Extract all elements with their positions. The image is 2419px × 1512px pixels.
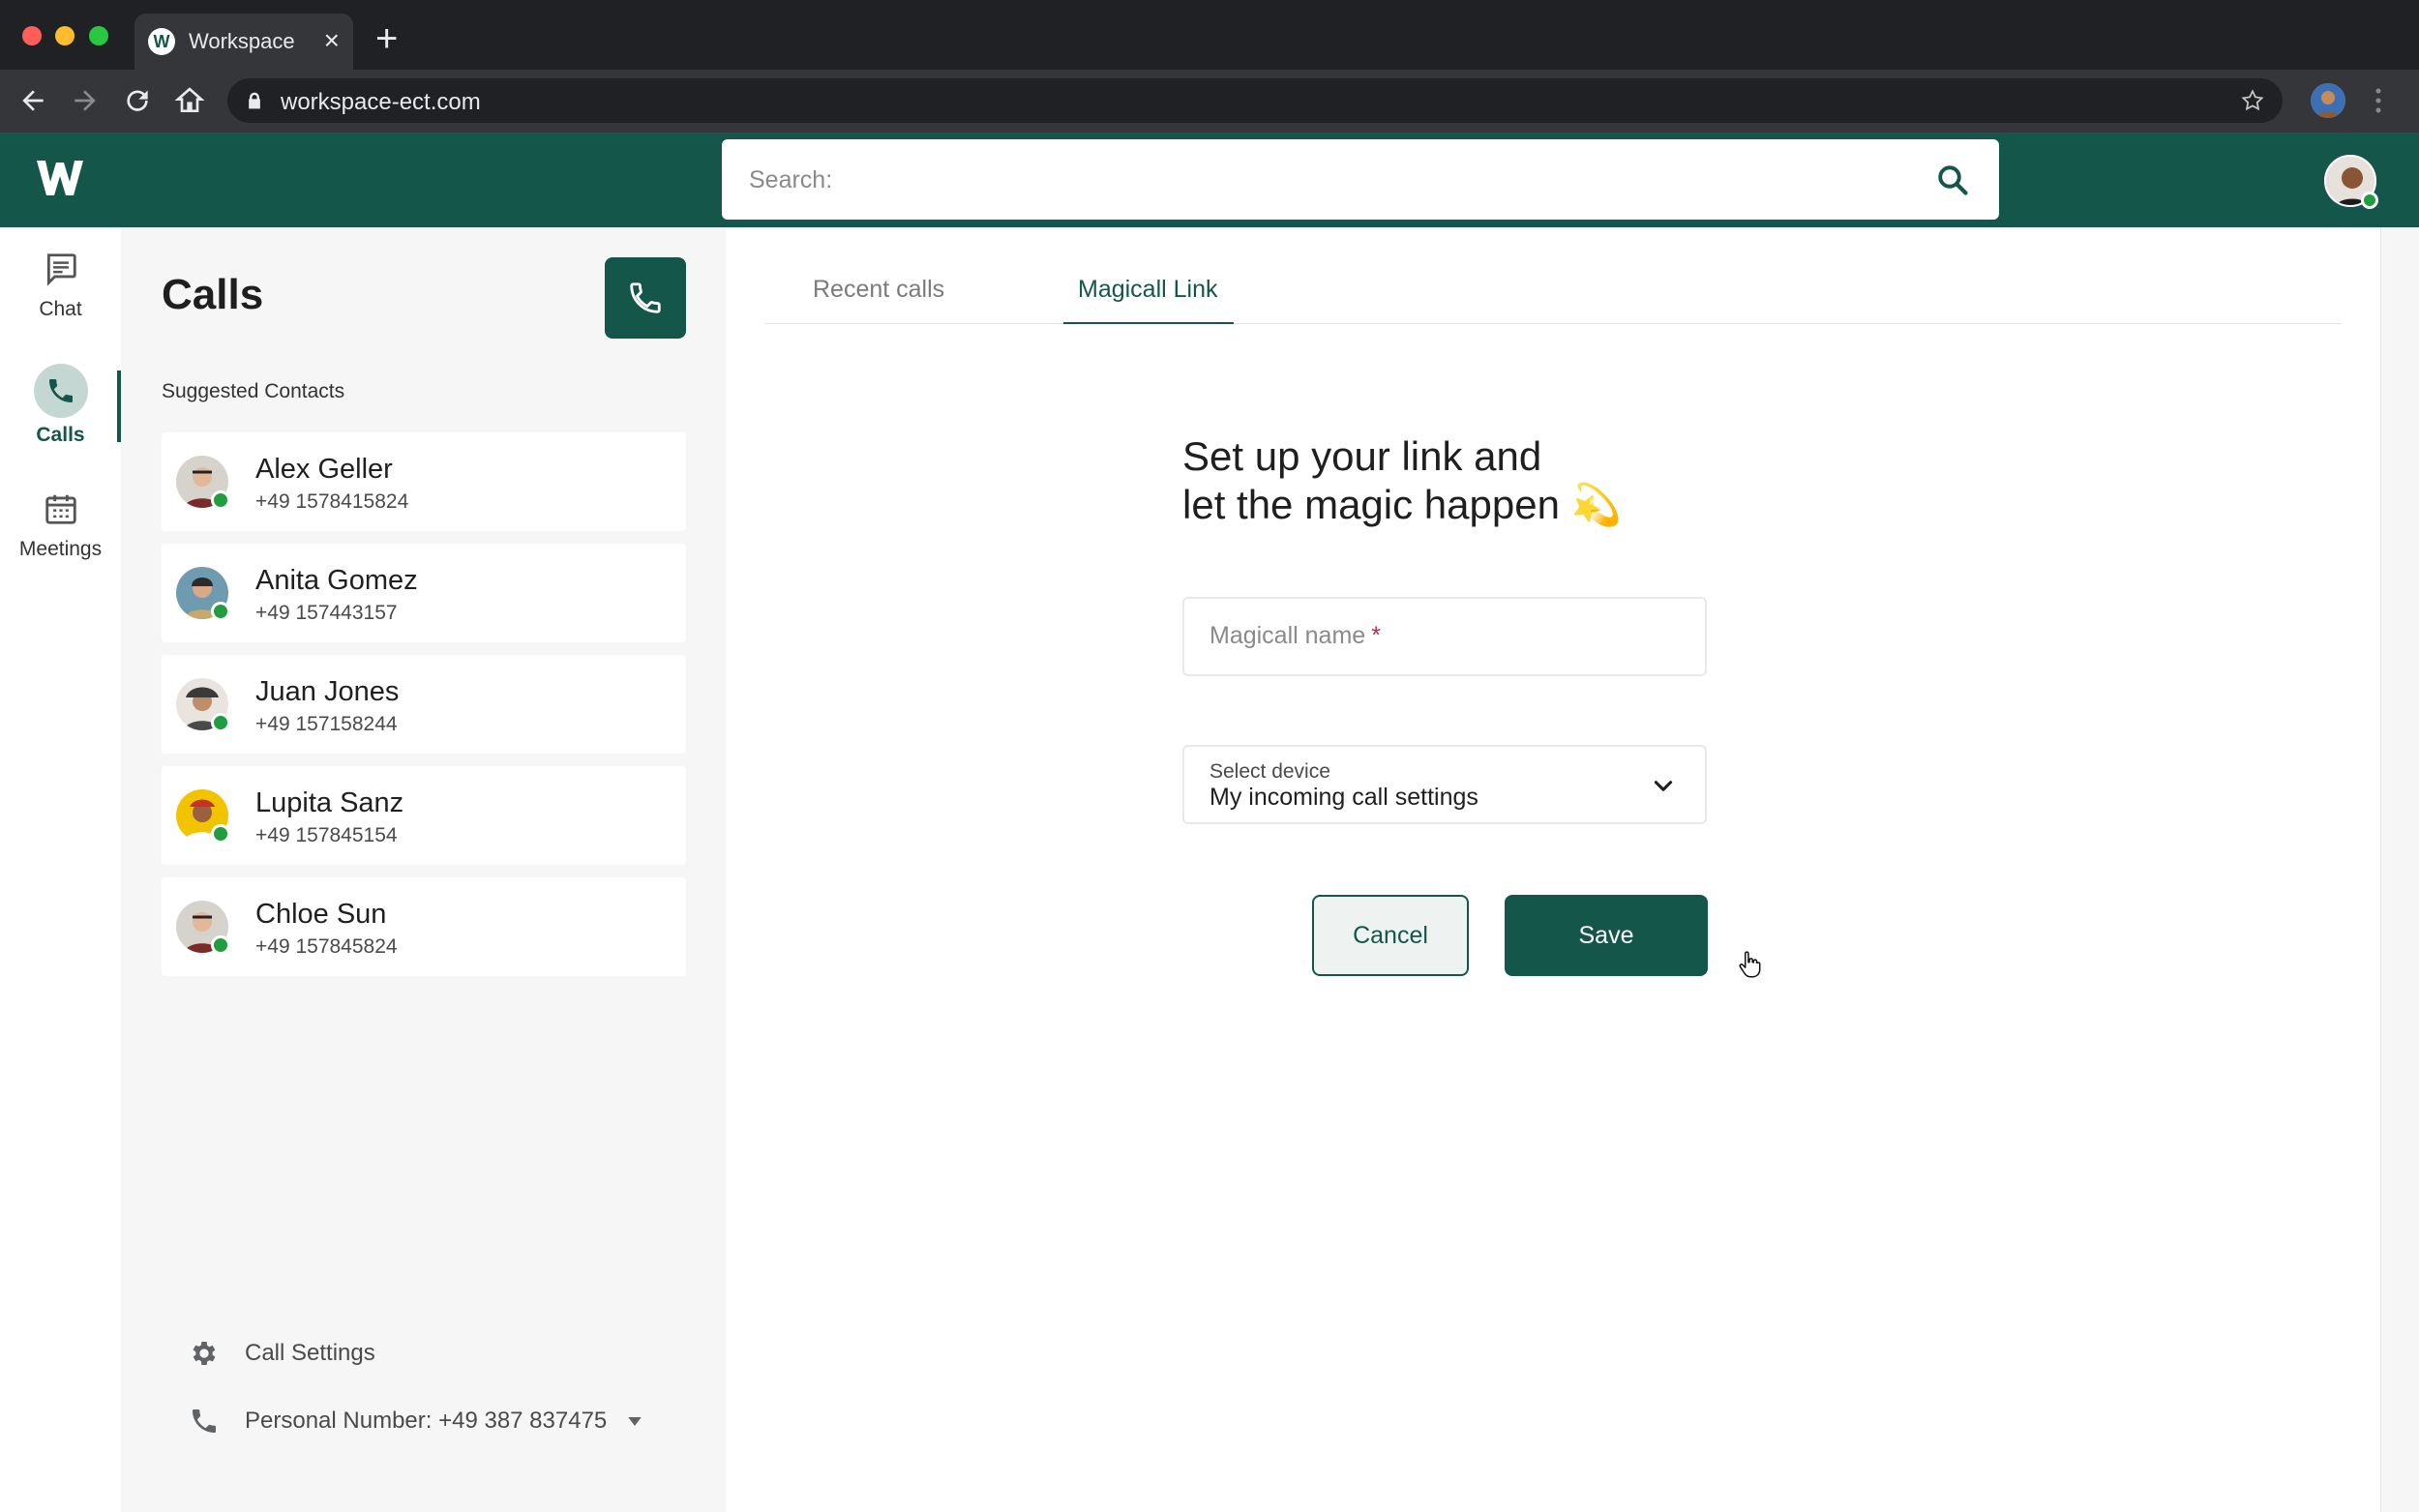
browser-toolbar: workspace-ect.com: [0, 70, 2419, 133]
call-settings-label: Call Settings: [245, 1340, 375, 1366]
contact-name: Chloe Sun: [255, 899, 387, 930]
search-bar[interactable]: [722, 139, 1999, 220]
phone-icon: [48, 379, 73, 402]
forward-arrow-icon[interactable]: [70, 85, 101, 116]
workspace-logo-icon[interactable]: [35, 157, 85, 199]
setup-heading: Set up your link and let the magic happe…: [1182, 432, 1622, 529]
suggested-contacts-heading: Suggested Contacts: [162, 380, 345, 402]
lock-icon: [249, 92, 260, 109]
contact-card[interactable]: Anita Gomez +49 157443157: [162, 544, 686, 642]
search-input[interactable]: [749, 161, 1910, 199]
navigation-rail: Chat Calls Meetings: [0, 227, 121, 1512]
heading-line-2: let the magic happen: [1182, 482, 1560, 527]
contact-card[interactable]: Chloe Sun +49 157845824: [162, 877, 686, 976]
back-arrow-icon[interactable]: [17, 85, 48, 116]
contact-card[interactable]: Juan Jones +49 157158244: [162, 655, 686, 754]
calendar-icon: [45, 494, 76, 524]
favicon-icon: W: [148, 28, 175, 55]
call-settings-link[interactable]: Call Settings: [189, 1338, 375, 1369]
rail-item-calls[interactable]: Calls: [0, 364, 121, 447]
minimize-window-button[interactable]: [55, 26, 75, 45]
bookmark-star-icon[interactable]: [2240, 88, 2265, 113]
save-button[interactable]: Save: [1505, 895, 1708, 976]
browser-tab[interactable]: W Workspace ×: [134, 14, 353, 70]
phone-icon: [630, 282, 661, 313]
contact-name: Lupita Sanz: [255, 787, 404, 818]
contact-phone: +49 157158244: [255, 713, 398, 735]
tab-bar: Recent calls Magicall Link: [764, 227, 2342, 324]
new-call-button[interactable]: [605, 257, 686, 339]
caret-down-icon: [628, 1416, 642, 1426]
app-header: [0, 133, 2419, 227]
main-content: Recent calls Magicall Link Set up your l…: [726, 227, 2380, 1512]
maximize-window-button[interactable]: [89, 26, 108, 45]
close-tab-icon[interactable]: ×: [324, 25, 340, 56]
presence-dot: [211, 935, 230, 955]
chevron-down-icon: [1654, 781, 1673, 791]
presence-dot: [211, 602, 230, 621]
select-device-value: My incoming call settings: [1210, 784, 1478, 811]
rail-label-chat: Chat: [39, 298, 82, 320]
browser-profile-avatar[interactable]: [2311, 83, 2345, 118]
contact-phone: +49 157443157: [255, 602, 398, 624]
contact-card[interactable]: Lupita Sanz +49 157845154: [162, 766, 686, 865]
contact-name: Alex Geller: [255, 454, 393, 485]
rail-item-chat[interactable]: Chat: [0, 251, 121, 321]
tab-magicall-link[interactable]: Magicall Link: [1078, 276, 1218, 304]
contact-name: Anita Gomez: [255, 565, 418, 596]
contact-phone: +49 157845154: [255, 824, 398, 846]
close-window-button[interactable]: [22, 26, 42, 45]
browser-tab-bar: W Workspace × +: [0, 0, 2419, 70]
device-select[interactable]: Select device My incoming call settings: [1182, 745, 1707, 824]
cancel-button[interactable]: Cancel: [1312, 895, 1469, 976]
contact-card[interactable]: Alex Geller +49 1578415824: [162, 432, 686, 531]
calls-active-indicator: [33, 364, 88, 418]
hand-pointer-cursor-icon: [1739, 951, 1761, 978]
home-icon[interactable]: [174, 85, 205, 116]
rail-label-meetings: Meetings: [18, 538, 103, 560]
presence-dot: [211, 824, 230, 844]
contact-phone: +49 1578415824: [255, 490, 409, 513]
chat-icon: [46, 253, 76, 286]
personal-number-label: Personal Number: +49 387 837475: [245, 1408, 608, 1434]
personal-number-dropdown[interactable]: Personal Number: +49 387 837475: [189, 1406, 642, 1437]
contact-name: Juan Jones: [255, 676, 400, 707]
url-text: workspace-ect.com: [281, 89, 481, 115]
select-device-label: Select device: [1210, 760, 1330, 783]
tab-recent-calls[interactable]: Recent calls: [813, 276, 944, 304]
presence-dot: [211, 713, 230, 732]
magicall-name-input[interactable]: [1209, 618, 1683, 657]
contact-phone: +49 157845824: [255, 935, 398, 958]
browser-tab-title: Workspace: [189, 29, 295, 53]
rail-label-calls: Calls: [36, 424, 85, 446]
new-tab-button[interactable]: +: [375, 19, 398, 58]
address-bar[interactable]: workspace-ect.com: [227, 78, 2283, 123]
active-tab-underline: [1063, 322, 1234, 324]
dizzy-sparkle-icon: 💫: [1570, 482, 1622, 527]
user-avatar[interactable]: [2324, 155, 2378, 209]
page-title: Calls: [162, 271, 264, 318]
reload-icon[interactable]: [122, 85, 153, 116]
heading-line-1: Set up your link and: [1182, 433, 1542, 479]
right-sidebar-strip: [2380, 227, 2419, 1512]
user-presence-dot: [2361, 192, 2378, 209]
search-icon[interactable]: [1935, 163, 1970, 197]
rail-item-meetings[interactable]: Meetings: [0, 490, 121, 561]
browser-menu-icon[interactable]: [2374, 85, 2382, 116]
gear-icon: [193, 1342, 216, 1365]
phone-icon: [193, 1409, 216, 1433]
presence-dot: [211, 490, 230, 510]
magicall-name-field[interactable]: Magicall name *: [1182, 597, 1707, 676]
calls-panel: Calls Suggested Contacts Alex Geller +49…: [121, 227, 726, 1512]
